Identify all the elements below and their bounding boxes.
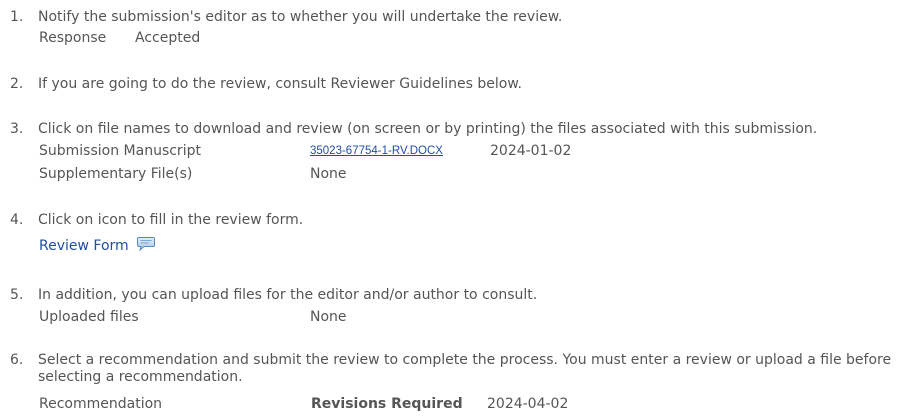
uploaded-files-label: Uploaded files — [39, 309, 139, 325]
recommendation-row: Recommendation Revisions Required 2024-0… — [39, 396, 568, 412]
step-number: 2. — [10, 76, 24, 92]
review-form-link[interactable]: Review Form — [39, 238, 129, 254]
step-number: 1. — [10, 9, 24, 25]
step-instruction: Select a recommendation and submit the r… — [38, 352, 892, 385]
manuscript-label: Submission Manuscript — [39, 143, 201, 159]
review-form-row: Review Form — [39, 236, 156, 256]
comment-bubble-icon[interactable] — [136, 236, 156, 256]
supplementary-label: Supplementary File(s) — [39, 166, 193, 182]
step-instruction: Notify the submission's editor as to whe… — [38, 9, 563, 25]
supplementary-value: None — [310, 166, 347, 182]
step-instruction: If you are going to do the review, consu… — [38, 76, 522, 92]
recommendation-label: Recommendation — [39, 396, 163, 412]
uploaded-files-value: None — [310, 309, 347, 325]
recommendation-date: 2024-04-02 — [487, 396, 569, 412]
response-label: Response — [39, 30, 107, 46]
step-number: 3. — [10, 121, 24, 137]
supplementary-row: Supplementary File(s) None — [39, 166, 347, 182]
response-row: Response Accepted — [39, 30, 200, 46]
step-number: 4. — [10, 212, 24, 228]
step-instruction: Click on icon to fill in the review form… — [38, 212, 304, 228]
manuscript-file-link[interactable]: 35023-67754-1-RV.DOCX — [310, 145, 443, 157]
recommendation-value: Revisions Required — [311, 396, 463, 412]
uploaded-files-row: Uploaded files None — [39, 309, 347, 325]
step-instruction: In addition, you can upload files for th… — [38, 287, 538, 303]
manuscript-date: 2024-01-02 — [490, 143, 572, 159]
manuscript-row: Submission Manuscript 35023-67754-1-RV.D… — [39, 143, 571, 159]
step-number: 6. — [10, 352, 24, 368]
response-value: Accepted — [135, 30, 201, 46]
review-steps: 1. Notify the submission's editor as to … — [0, 0, 902, 416]
step-number: 5. — [10, 287, 24, 303]
step-instruction: Click on file names to download and revi… — [38, 121, 818, 137]
